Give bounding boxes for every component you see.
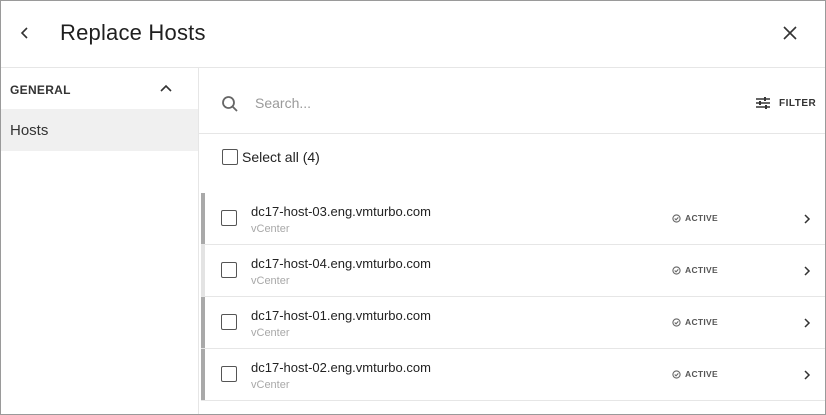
host-list: dc17-host-03.eng.vmturbo.com vCenter ACT… [201,193,825,401]
dialog-header: Replace Hosts [1,1,825,68]
chevron-up-icon [160,84,172,92]
status-label: ACTIVE [685,265,718,275]
sidebar-section-label: GENERAL [10,83,71,97]
search-icon [222,96,238,112]
host-type: vCenter [251,223,290,235]
check-circle-icon [672,213,681,223]
search-bar: FILTER [199,75,825,134]
host-name: dc17-host-03.eng.vmturbo.com [251,204,431,219]
back-button[interactable] [13,21,37,45]
row-checkbox[interactable] [221,314,237,330]
filter-button[interactable]: FILTER [755,94,816,112]
sidebar-section-general[interactable]: GENERAL [1,67,198,109]
page-title: Replace Hosts [60,20,206,45]
sidebar: GENERAL Hosts [1,67,199,414]
chevron-right-icon[interactable] [803,266,811,276]
row-checkbox[interactable] [221,210,237,226]
sidebar-item-hosts[interactable]: Hosts [1,109,198,151]
sidebar-item-label: Hosts [10,122,49,139]
status-label: ACTIVE [685,369,718,379]
table-row[interactable]: dc17-host-04.eng.vmturbo.com vCenter ACT… [201,245,825,297]
status-badge: ACTIVE [672,317,718,327]
host-name: dc17-host-02.eng.vmturbo.com [251,360,431,375]
check-circle-icon [672,317,681,327]
chevron-right-icon[interactable] [803,370,811,380]
row-checkbox[interactable] [221,366,237,382]
row-accent-bar [201,349,205,400]
status-badge: ACTIVE [672,213,718,223]
check-circle-icon [672,369,681,379]
select-all-control[interactable]: Select all (4) [222,147,320,167]
check-circle-icon [672,265,681,275]
close-icon [783,26,797,40]
status-badge: ACTIVE [672,369,718,379]
select-all-label: Select all (4) [242,149,320,165]
host-type: vCenter [251,379,290,391]
row-checkbox[interactable] [221,262,237,278]
table-row[interactable]: dc17-host-01.eng.vmturbo.com vCenter ACT… [201,297,825,349]
host-name: dc17-host-01.eng.vmturbo.com [251,308,431,323]
filter-sliders-icon [756,97,770,109]
row-accent-bar [201,297,205,348]
status-label: ACTIVE [685,317,718,327]
chevron-left-icon [20,27,28,39]
chevron-right-icon[interactable] [803,318,811,328]
replace-hosts-dialog: Replace Hosts GENERAL Hosts Search... FI… [0,0,826,415]
table-row[interactable]: dc17-host-03.eng.vmturbo.com vCenter ACT… [201,193,825,245]
status-label: ACTIVE [685,213,718,223]
chevron-right-icon[interactable] [803,214,811,224]
row-accent-bar [201,193,205,244]
select-all-checkbox[interactable] [222,149,238,165]
host-name: dc17-host-04.eng.vmturbo.com [251,256,431,271]
filter-label: FILTER [779,97,817,109]
close-button[interactable] [777,20,803,46]
host-type: vCenter [251,275,290,287]
status-badge: ACTIVE [672,265,718,275]
table-row[interactable]: dc17-host-02.eng.vmturbo.com vCenter ACT… [201,349,825,401]
search-input[interactable] [255,92,715,114]
host-type: vCenter [251,327,290,339]
row-accent-bar [201,245,205,296]
